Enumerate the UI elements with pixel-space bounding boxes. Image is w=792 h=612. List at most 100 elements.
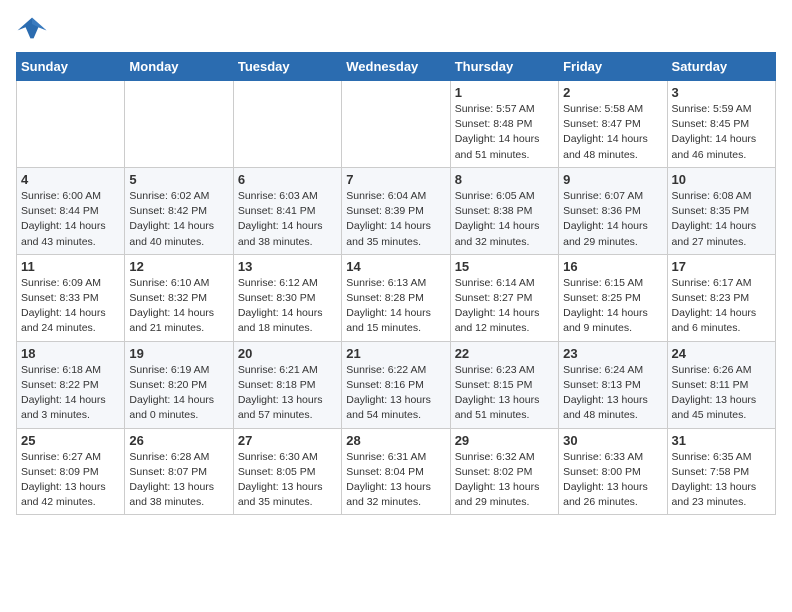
day-info: Sunrise: 5:58 AM Sunset: 8:47 PM Dayligh…	[563, 102, 662, 163]
day-info: Sunrise: 6:30 AM Sunset: 8:05 PM Dayligh…	[238, 450, 337, 511]
calendar-week-1: 1 Sunrise: 5:57 AM Sunset: 8:48 PM Daylig…	[17, 81, 776, 168]
day-info: Sunrise: 6:00 AM Sunset: 8:44 PM Dayligh…	[21, 189, 120, 250]
calendar-cell: 19 Sunrise: 6:19 AM Sunset: 8:20 PM Dayli…	[125, 341, 233, 428]
calendar-cell: 10 Sunrise: 6:08 AM Sunset: 8:35 PM Dayli…	[667, 167, 775, 254]
calendar-week-2: 4Sunrise: 6:00 AM Sunset: 8:44 PM Daylig…	[17, 167, 776, 254]
calendar-cell: 22Sunrise: 6:23 AM Sunset: 8:15 PM Dayli…	[450, 341, 558, 428]
day-number: 27	[238, 433, 337, 448]
day-info: Sunrise: 6:28 AM Sunset: 8:07 PM Dayligh…	[129, 450, 228, 511]
calendar-cell: 4Sunrise: 6:00 AM Sunset: 8:44 PM Daylig…	[17, 167, 125, 254]
day-info: Sunrise: 6:19 AM Sunset: 8:20 PM Dayligh…	[129, 363, 228, 424]
calendar-cell: 9 Sunrise: 6:07 AM Sunset: 8:36 PM Daylig…	[559, 167, 667, 254]
day-number: 10	[672, 172, 771, 187]
weekday-header-thursday: Thursday	[450, 53, 558, 81]
calendar-cell: 24 Sunrise: 6:26 AM Sunset: 8:11 PM Dayli…	[667, 341, 775, 428]
weekday-header-sunday: Sunday	[17, 53, 125, 81]
calendar-cell: 11 Sunrise: 6:09 AM Sunset: 8:33 PM Dayli…	[17, 254, 125, 341]
day-info: Sunrise: 6:08 AM Sunset: 8:35 PM Dayligh…	[672, 189, 771, 250]
calendar-cell: 25Sunrise: 6:27 AM Sunset: 8:09 PM Dayli…	[17, 428, 125, 515]
weekday-header-friday: Friday	[559, 53, 667, 81]
day-number: 16	[563, 259, 662, 274]
day-number: 26	[129, 433, 228, 448]
calendar-cell: 2 Sunrise: 5:58 AM Sunset: 8:47 PM Daylig…	[559, 81, 667, 168]
day-number: 3	[672, 85, 771, 100]
calendar-cell: 27 Sunrise: 6:30 AM Sunset: 8:05 PM Dayli…	[233, 428, 341, 515]
day-info: Sunrise: 6:13 AM Sunset: 8:28 PM Dayligh…	[346, 276, 445, 337]
day-number: 19	[129, 346, 228, 361]
day-info: Sunrise: 6:10 AM Sunset: 8:32 PM Dayligh…	[129, 276, 228, 337]
day-number: 18	[21, 346, 120, 361]
day-number: 21	[346, 346, 445, 361]
day-info: Sunrise: 6:07 AM Sunset: 8:36 PM Dayligh…	[563, 189, 662, 250]
calendar-cell: 21 Sunrise: 6:22 AM Sunset: 8:16 PM Dayli…	[342, 341, 450, 428]
day-number: 14	[346, 259, 445, 274]
calendar-cell: 31 Sunrise: 6:35 AM Sunset: 7:58 PM Dayli…	[667, 428, 775, 515]
day-number: 15	[455, 259, 554, 274]
day-number: 29	[455, 433, 554, 448]
calendar-cell: 28Sunrise: 6:31 AM Sunset: 8:04 PM Dayli…	[342, 428, 450, 515]
day-info: Sunrise: 5:57 AM Sunset: 8:48 PM Dayligh…	[455, 102, 554, 163]
day-number: 12	[129, 259, 228, 274]
calendar-cell: 23Sunrise: 6:24 AM Sunset: 8:13 PM Dayli…	[559, 341, 667, 428]
day-info: Sunrise: 6:05 AM Sunset: 8:38 PM Dayligh…	[455, 189, 554, 250]
day-number: 11	[21, 259, 120, 274]
day-number: 1	[455, 85, 554, 100]
calendar-cell: 3 Sunrise: 5:59 AM Sunset: 8:45 PM Daylig…	[667, 81, 775, 168]
calendar-week-3: 11 Sunrise: 6:09 AM Sunset: 8:33 PM Dayli…	[17, 254, 776, 341]
day-info: Sunrise: 6:17 AM Sunset: 8:23 PM Dayligh…	[672, 276, 771, 337]
calendar-cell	[233, 81, 341, 168]
day-info: Sunrise: 6:32 AM Sunset: 8:02 PM Dayligh…	[455, 450, 554, 511]
calendar-table: SundayMondayTuesdayWednesdayThursdayFrid…	[16, 52, 776, 515]
day-number: 9	[563, 172, 662, 187]
day-info: Sunrise: 5:59 AM Sunset: 8:45 PM Dayligh…	[672, 102, 771, 163]
day-info: Sunrise: 6:09 AM Sunset: 8:33 PM Dayligh…	[21, 276, 120, 337]
day-number: 24	[672, 346, 771, 361]
day-number: 22	[455, 346, 554, 361]
calendar-cell: 5 Sunrise: 6:02 AM Sunset: 8:42 PM Daylig…	[125, 167, 233, 254]
calendar-cell: 8 Sunrise: 6:05 AM Sunset: 8:38 PM Daylig…	[450, 167, 558, 254]
day-number: 2	[563, 85, 662, 100]
calendar-cell: 7 Sunrise: 6:04 AM Sunset: 8:39 PM Daylig…	[342, 167, 450, 254]
calendar-cell: 1 Sunrise: 5:57 AM Sunset: 8:48 PM Daylig…	[450, 81, 558, 168]
day-info: Sunrise: 6:03 AM Sunset: 8:41 PM Dayligh…	[238, 189, 337, 250]
calendar-cell: 12 Sunrise: 6:10 AM Sunset: 8:32 PM Dayli…	[125, 254, 233, 341]
day-info: Sunrise: 6:35 AM Sunset: 7:58 PM Dayligh…	[672, 450, 771, 511]
day-info: Sunrise: 6:12 AM Sunset: 8:30 PM Dayligh…	[238, 276, 337, 337]
day-number: 13	[238, 259, 337, 274]
day-number: 30	[563, 433, 662, 448]
day-info: Sunrise: 6:33 AM Sunset: 8:00 PM Dayligh…	[563, 450, 662, 511]
calendar-cell: 15Sunrise: 6:14 AM Sunset: 8:27 PM Dayli…	[450, 254, 558, 341]
logo-icon	[16, 16, 48, 44]
weekday-header-monday: Monday	[125, 53, 233, 81]
day-info: Sunrise: 6:26 AM Sunset: 8:11 PM Dayligh…	[672, 363, 771, 424]
day-number: 25	[21, 433, 120, 448]
day-info: Sunrise: 6:04 AM Sunset: 8:39 PM Dayligh…	[346, 189, 445, 250]
day-number: 20	[238, 346, 337, 361]
calendar-cell: 6Sunrise: 6:03 AM Sunset: 8:41 PM Daylig…	[233, 167, 341, 254]
day-number: 8	[455, 172, 554, 187]
calendar-cell: 17 Sunrise: 6:17 AM Sunset: 8:23 PM Dayli…	[667, 254, 775, 341]
day-info: Sunrise: 6:15 AM Sunset: 8:25 PM Dayligh…	[563, 276, 662, 337]
calendar-cell: 26 Sunrise: 6:28 AM Sunset: 8:07 PM Dayli…	[125, 428, 233, 515]
day-number: 17	[672, 259, 771, 274]
day-number: 28	[346, 433, 445, 448]
calendar-cell: 16 Sunrise: 6:15 AM Sunset: 8:25 PM Dayli…	[559, 254, 667, 341]
day-number: 5	[129, 172, 228, 187]
day-info: Sunrise: 6:02 AM Sunset: 8:42 PM Dayligh…	[129, 189, 228, 250]
calendar-cell: 18Sunrise: 6:18 AM Sunset: 8:22 PM Dayli…	[17, 341, 125, 428]
page-header	[16, 16, 776, 44]
calendar-cell	[125, 81, 233, 168]
calendar-cell: 14 Sunrise: 6:13 AM Sunset: 8:28 PM Dayli…	[342, 254, 450, 341]
calendar-cell	[17, 81, 125, 168]
calendar-cell: 30 Sunrise: 6:33 AM Sunset: 8:00 PM Dayli…	[559, 428, 667, 515]
weekday-header-saturday: Saturday	[667, 53, 775, 81]
calendar-cell: 13 Sunrise: 6:12 AM Sunset: 8:30 PM Dayli…	[233, 254, 341, 341]
day-number: 23	[563, 346, 662, 361]
weekday-header-wednesday: Wednesday	[342, 53, 450, 81]
calendar-week-5: 25Sunrise: 6:27 AM Sunset: 8:09 PM Dayli…	[17, 428, 776, 515]
day-number: 7	[346, 172, 445, 187]
day-info: Sunrise: 6:22 AM Sunset: 8:16 PM Dayligh…	[346, 363, 445, 424]
day-number: 31	[672, 433, 771, 448]
calendar-cell: 20Sunrise: 6:21 AM Sunset: 8:18 PM Dayli…	[233, 341, 341, 428]
calendar-cell: 29 Sunrise: 6:32 AM Sunset: 8:02 PM Dayli…	[450, 428, 558, 515]
